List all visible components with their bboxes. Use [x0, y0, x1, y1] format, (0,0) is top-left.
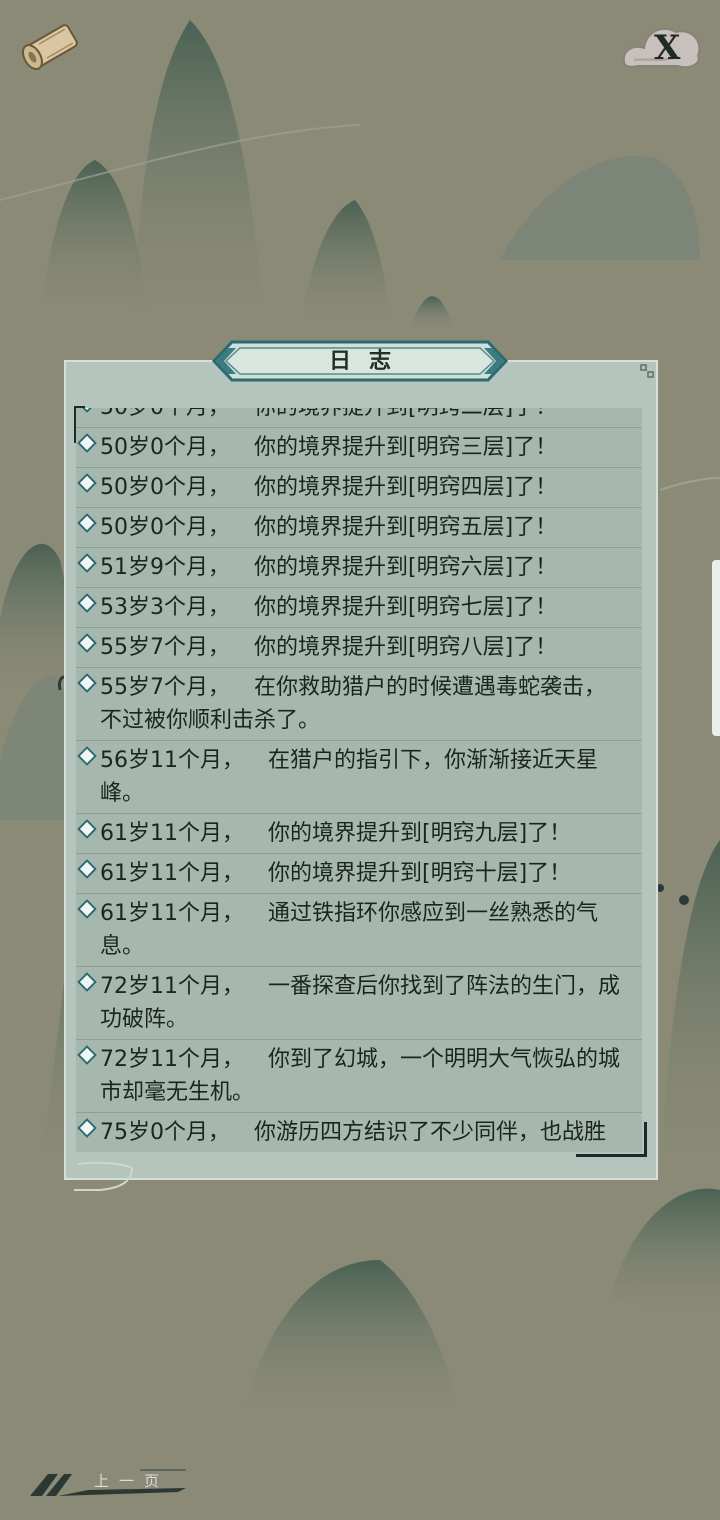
log-entry-age: 61岁11个月，	[100, 901, 244, 926]
log-entry: 53岁3个月， 你的境界提升到[明窍七层]了！	[76, 588, 642, 628]
diamond-bullet-icon	[77, 593, 97, 613]
log-entry: 50岁0个月， 你的境界提升到[明窍五层]了！	[76, 508, 642, 548]
close-button[interactable]: X	[618, 14, 708, 76]
hook-ornament	[74, 1161, 133, 1191]
log-entry-age: 61岁11个月，	[100, 861, 244, 886]
log-list: 50岁0个月， 你的境界提升到[明窍二层]了！ 50岁0个月， 你的境界提升到[明窍三…	[76, 408, 642, 1152]
diamond-bullet-icon	[77, 473, 97, 493]
diamond-bullet-icon	[77, 1045, 97, 1065]
log-entry-text: 你的境界提升到[明窍五层]了！	[254, 515, 558, 540]
scroll-menu-button[interactable]	[14, 14, 90, 80]
log-entry: 55岁7个月， 在你救助猎户的时候遭遇毒蛇袭击，不过被你顺利击杀了。	[76, 668, 642, 741]
log-entry-age: 55岁7个月，	[100, 675, 230, 700]
log-entry: 56岁11个月， 在猎户的指引下，你渐渐接近天星峰。	[76, 741, 642, 814]
diamond-bullet-icon	[77, 408, 97, 413]
diamond-bullet-icon	[77, 673, 97, 693]
log-entry: 50岁0个月， 你的境界提升到[明窍三层]了！	[76, 428, 642, 468]
log-entry-text: 你的境界提升到[明窍九层]了！	[268, 821, 572, 846]
log-entry-text: 你的境界提升到[明窍二层]了！	[254, 408, 557, 420]
close-label: X	[654, 28, 681, 68]
log-entry-age: 72岁11个月，	[100, 974, 244, 999]
corner-ornament-icon	[640, 364, 654, 378]
log-entry-text: 你的境界提升到[明窍十层]了！	[268, 861, 572, 886]
prev-page-button[interactable]: 上一页	[28, 1470, 188, 1498]
side-pull-tab[interactable]	[712, 560, 720, 736]
diamond-bullet-icon	[77, 859, 97, 879]
diamond-bullet-icon	[77, 633, 97, 653]
log-entry: 61岁11个月， 你的境界提升到[明窍十层]了！	[76, 854, 642, 894]
diamond-bullet-icon	[77, 553, 97, 573]
log-entry-text: 你的境界提升到[明窍七层]了！	[254, 595, 558, 620]
diamond-bullet-icon	[77, 513, 97, 533]
log-entry-age: 56岁11个月，	[100, 748, 244, 773]
log-entry-age: 50岁0个月，	[100, 408, 230, 420]
log-entry-age: 61岁11个月，	[100, 821, 244, 846]
log-entry: 61岁11个月， 你的境界提升到[明窍九层]了！	[76, 814, 642, 854]
scroll-icon	[21, 24, 78, 71]
log-entry-text: 你的境界提升到[明窍四层]了！	[254, 475, 558, 500]
diamond-bullet-icon	[77, 899, 97, 919]
diamond-bullet-icon	[77, 433, 97, 453]
log-entry-age: 50岁0个月，	[100, 475, 230, 500]
log-entry-text: 你的境界提升到[明窍六层]了！	[254, 555, 558, 580]
log-entry-age: 53岁3个月，	[100, 595, 230, 620]
log-entry-age: 50岁0个月，	[100, 435, 230, 460]
log-entry-age: 72岁11个月，	[100, 1047, 244, 1072]
frame-corner-bottom	[576, 1122, 647, 1157]
log-entry: 50岁0个月， 你的境界提升到[明窍二层]了！	[76, 408, 642, 428]
log-entry: 75岁0个月，你游历四方结识了不少同伴，也战胜过疯魔了的帝王。	[76, 1113, 642, 1152]
log-entry-text: 你的境界提升到[明窍八层]了！	[254, 635, 558, 660]
log-entry-age: 55岁7个月，	[100, 635, 230, 660]
log-entry: 50岁0个月， 你的境界提升到[明窍四层]了！	[76, 468, 642, 508]
log-entry-age: 50岁0个月，	[100, 515, 230, 540]
diamond-bullet-icon	[77, 819, 97, 839]
log-entry: 61岁11个月， 通过铁指环你感应到一丝熟悉的气息。	[76, 894, 642, 967]
diamond-bullet-icon	[77, 746, 97, 766]
log-entry-text: 你的境界提升到[明窍三层]了！	[254, 435, 558, 460]
panel-title: 日志	[328, 349, 409, 374]
log-entry-age: 51岁9个月，	[100, 555, 230, 580]
log-entry: 51岁9个月， 你的境界提升到[明窍六层]了！	[76, 548, 642, 588]
log-entry: 55岁7个月， 你的境界提升到[明窍八层]了！	[76, 628, 642, 668]
diamond-bullet-icon	[77, 972, 97, 992]
diamond-bullet-icon	[77, 1118, 97, 1138]
log-entry: 72岁11个月， 一番探查后你找到了阵法的生门，成功破阵。	[76, 967, 642, 1040]
log-entry-age: 75岁0个月，	[100, 1120, 230, 1145]
log-entry: 72岁11个月， 你到了幻城，一个明明大气恢弘的城市却毫无生机。	[76, 1040, 642, 1113]
log-list-viewport[interactable]: 50岁0个月， 你的境界提升到[明窍二层]了！ 50岁0个月， 你的境界提升到[明窍三…	[76, 408, 642, 1152]
prev-page-label: 上一页	[94, 1472, 170, 1490]
